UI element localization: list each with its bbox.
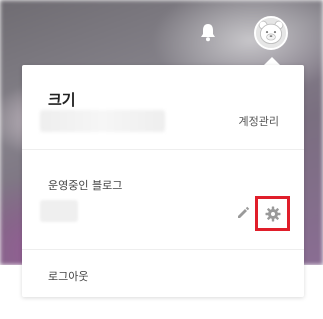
menu-pointer (264, 57, 280, 65)
account-menu: 크기 계정관리 운영중인 블로그 로그아웃 (22, 65, 304, 297)
blog-section-title: 운영중인 블로그 (48, 179, 123, 192)
avatar[interactable] (254, 16, 288, 50)
blog-settings-button[interactable] (255, 196, 290, 231)
bear-avatar-icon (256, 18, 286, 48)
bell-icon[interactable] (199, 22, 217, 42)
blog-thumbnail-redacted[interactable] (40, 200, 78, 222)
account-manage-link[interactable]: 계정관리 (239, 113, 279, 129)
pencil-icon[interactable] (236, 205, 250, 219)
user-name: 크기 (48, 91, 76, 109)
divider (22, 149, 304, 150)
divider (22, 249, 304, 250)
gear-icon (265, 206, 280, 221)
logout-button[interactable]: 로그아웃 (48, 268, 88, 284)
email-redacted (40, 110, 165, 132)
